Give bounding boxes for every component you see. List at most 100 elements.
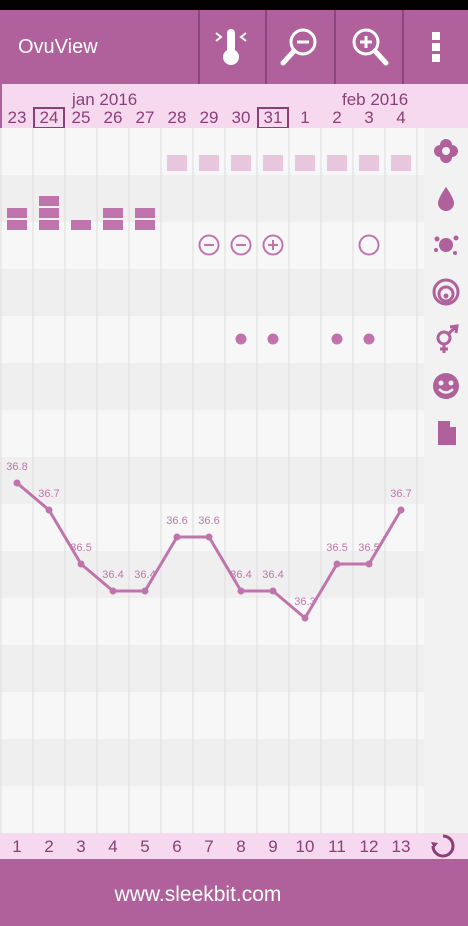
row-band xyxy=(0,410,424,457)
zoom-in-button[interactable] xyxy=(336,10,402,84)
row-band xyxy=(0,457,424,504)
temperature-label: 36.5 xyxy=(326,542,347,554)
cycle-day-number: 10 xyxy=(295,837,315,856)
splat-icon[interactable] xyxy=(424,222,468,268)
chart-grid[interactable]: 36.8 36.7 36.5 36.4 36.4 36.6 36.6 36.4 36.4 36.3… xyxy=(0,128,424,833)
day-number[interactable]: 30 xyxy=(226,108,256,128)
temperature-label: 36.3 xyxy=(294,596,315,608)
temperature-point xyxy=(365,560,373,568)
cycle-day-number: 6 xyxy=(172,837,182,856)
note-icon[interactable] xyxy=(424,410,468,456)
temperature-point xyxy=(109,587,117,595)
temperature-point xyxy=(333,560,341,568)
row-band xyxy=(0,363,424,410)
temperature-label: 36.4 xyxy=(102,569,123,581)
period-forecast-mark xyxy=(231,155,251,171)
temperature-label: 36.7 xyxy=(38,488,59,500)
month-label: jan 2016 xyxy=(72,90,138,109)
temperature-label: 36.7 xyxy=(390,488,411,500)
row-band xyxy=(0,598,424,645)
row-band xyxy=(0,316,424,363)
day-number[interactable]: 25 xyxy=(66,108,96,128)
flow-bar xyxy=(135,208,155,218)
smiley-icon[interactable] xyxy=(424,363,468,409)
day-number[interactable]: 1 xyxy=(290,108,320,128)
period-forecast-mark xyxy=(199,155,219,171)
flow-bar xyxy=(135,220,155,230)
temperature-point xyxy=(13,479,21,487)
cycle-day-number: 5 xyxy=(140,837,150,856)
temperature-label: 36.5 xyxy=(358,542,379,554)
flow-bar xyxy=(103,220,123,230)
day-number[interactable]: 28 xyxy=(162,108,192,128)
temperature-point xyxy=(45,506,53,514)
overflow-menu-icon xyxy=(432,32,440,62)
cycle-day-number: 8 xyxy=(236,837,246,856)
temperature-label: 36.6 xyxy=(198,515,219,527)
temperature-point xyxy=(237,587,245,595)
temperature-label: 36.8 xyxy=(6,461,27,473)
flow-bar xyxy=(39,220,59,230)
cycle-day-number: 1 xyxy=(12,837,22,856)
flower-icon[interactable] xyxy=(424,128,468,174)
day-number[interactable]: 3 xyxy=(354,108,384,128)
row-band xyxy=(0,645,424,692)
zoom-out-icon xyxy=(280,28,317,66)
period-forecast-mark xyxy=(359,155,379,171)
day-number[interactable]: 31 xyxy=(257,107,289,129)
flow-bar xyxy=(39,196,59,206)
row-band xyxy=(0,692,424,739)
day-number[interactable]: 23 xyxy=(2,108,32,128)
day-number[interactable]: 24 xyxy=(33,107,65,129)
month-label: feb 2016 xyxy=(342,90,409,109)
day-number[interactable]: 29 xyxy=(194,108,224,128)
thermometer-icon xyxy=(215,29,247,65)
zoom-out-button[interactable] xyxy=(267,10,333,84)
day-number[interactable]: 26 xyxy=(98,108,128,128)
row-band xyxy=(0,269,424,316)
cycle-refresh-icon[interactable] xyxy=(430,833,456,859)
period-forecast-mark xyxy=(327,155,347,171)
thermometer-button[interactable] xyxy=(200,10,264,84)
period-forecast-mark xyxy=(295,155,315,171)
temperature-label: 36.4 xyxy=(262,569,283,581)
temperature-point xyxy=(397,506,405,514)
flow-bar xyxy=(71,220,91,230)
temperature-label: 36.4 xyxy=(134,569,155,581)
gender-icon[interactable] xyxy=(424,316,468,362)
day-number[interactable]: 2 xyxy=(322,108,352,128)
toolbar: OvuView xyxy=(0,10,468,84)
temperature-label: 36.5 xyxy=(70,542,91,554)
cycle-day-number: 9 xyxy=(268,837,278,856)
temperature-label: 36.4 xyxy=(230,569,251,581)
temperature-point xyxy=(269,587,277,595)
day-number[interactable]: 27 xyxy=(130,108,160,128)
flow-bar xyxy=(7,208,27,218)
row-icons-panel xyxy=(424,128,468,833)
period-forecast-mark xyxy=(391,155,411,171)
flow-bar xyxy=(39,208,59,218)
status-bar xyxy=(0,0,468,10)
flow-bar xyxy=(7,220,27,230)
temperature-point xyxy=(301,614,309,622)
temperature-point xyxy=(141,587,149,595)
overflow-menu-button[interactable] xyxy=(404,10,468,84)
drop-icon[interactable] xyxy=(424,175,468,221)
footer: www.sleekbit.com xyxy=(0,859,468,926)
intercourse-dot xyxy=(267,333,279,345)
row-band xyxy=(0,551,424,598)
row-band xyxy=(0,786,424,833)
cycle-day-number: 11 xyxy=(328,837,346,856)
date-header: jan 2016 feb 2016 23 24 25 26 27 28 29 30 31 1 2 3 4 xyxy=(0,84,468,129)
cycle-day-number: 3 xyxy=(76,837,86,856)
period-forecast-mark xyxy=(167,155,187,171)
day-number[interactable]: 4 xyxy=(386,108,416,128)
cycle-day-number: 4 xyxy=(108,837,118,856)
footer-url[interactable]: www.sleekbit.com xyxy=(0,883,396,907)
app-title: OvuView xyxy=(18,36,98,58)
row-band xyxy=(0,739,424,786)
cycle-day-number: 12 xyxy=(359,837,379,856)
intercourse-dot xyxy=(235,333,247,345)
row-band xyxy=(0,175,424,222)
cervix-icon[interactable] xyxy=(424,269,468,315)
